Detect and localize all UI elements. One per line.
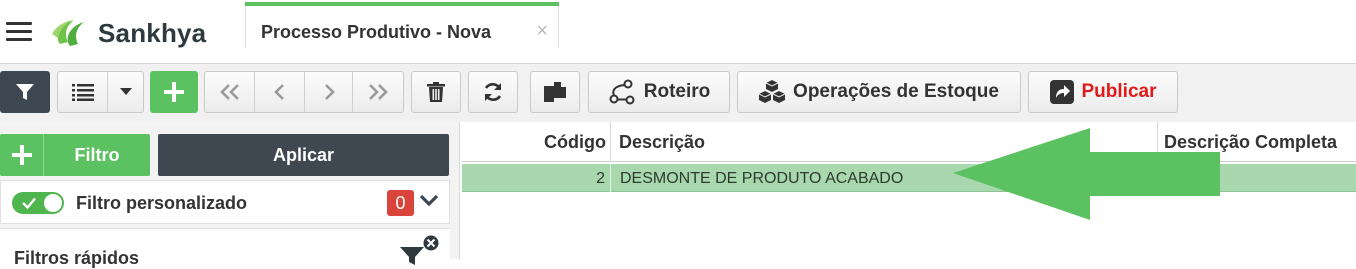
previous-record-button[interactable] — [255, 72, 305, 112]
delete-button[interactable] — [411, 71, 461, 113]
navigation-group — [204, 71, 404, 113]
row-divider — [610, 164, 611, 192]
next-icon — [324, 84, 335, 100]
duplicate-button[interactable] — [530, 71, 580, 113]
trash-icon — [427, 82, 445, 102]
column-divider — [610, 122, 611, 162]
tab-title: Processo Produtivo - Nova — [261, 22, 492, 42]
last-record-button[interactable] — [353, 72, 403, 112]
cell-codigo: 2 — [596, 170, 605, 187]
filter-panel: Filtro Aplicar Filtro personalizado 0 Fi… — [0, 122, 460, 268]
custom-filter-label: Filtro personalizado — [76, 193, 248, 213]
column-header-descricao[interactable]: Descrição — [619, 132, 705, 153]
route-icon — [609, 79, 635, 105]
add-filter-label: Filtro — [74, 145, 120, 165]
list-icon — [71, 84, 94, 101]
filter-toggle-button[interactable] — [0, 71, 50, 113]
top-bar: Sankhya Processo Produtivo - Nova × — [0, 0, 1356, 64]
custom-filter-toggle[interactable] — [12, 192, 64, 214]
add-button[interactable] — [150, 71, 198, 113]
funnel-clear-icon[interactable] — [400, 235, 442, 265]
custom-filter-count-badge: 0 — [387, 190, 414, 216]
view-mode-group — [57, 71, 144, 113]
copy-icon — [544, 82, 566, 102]
quick-filters-row: Filtros rápidos — [0, 228, 450, 268]
publicar-label: Publicar — [1081, 81, 1157, 102]
column-header-codigo[interactable]: Código — [544, 132, 606, 153]
cell-descricao: DESMONTE DE PRODUTO ACABADO — [620, 170, 904, 187]
plus-icon — [164, 82, 184, 102]
refresh-button[interactable] — [468, 71, 518, 113]
next-record-button[interactable] — [305, 72, 353, 112]
custom-filter-row: Filtro personalizado 0 — [0, 180, 450, 224]
view-dropdown-button[interactable] — [108, 72, 143, 112]
plus-icon — [0, 134, 44, 176]
tab-processo-produtivo[interactable]: Processo Produtivo - Nova × — [245, 2, 559, 48]
app-logo: Sankhya — [50, 14, 240, 50]
apply-filter-button[interactable]: Aplicar — [158, 134, 449, 176]
operacoes-estoque-button[interactable]: Operações de Estoque — [737, 71, 1021, 113]
toolbar: Roteiro Operações de Estoque Publicar — [0, 64, 1356, 122]
list-view-button[interactable] — [58, 72, 108, 112]
close-icon[interactable]: × — [536, 20, 548, 43]
check-icon — [22, 197, 36, 210]
chevron-down-icon[interactable] — [419, 194, 439, 208]
roteiro-button[interactable]: Roteiro — [588, 71, 730, 113]
caret-down-icon — [119, 88, 132, 95]
share-icon — [1049, 80, 1074, 104]
filter-icon — [16, 84, 34, 100]
last-icon — [369, 84, 388, 100]
first-icon — [219, 84, 239, 100]
first-record-button[interactable] — [205, 72, 255, 112]
publicar-button[interactable]: Publicar — [1028, 71, 1178, 113]
roteiro-label: Roteiro — [643, 81, 711, 102]
app-name: Sankhya — [98, 18, 207, 48]
menu-icon[interactable] — [6, 22, 32, 42]
previous-icon — [273, 84, 284, 100]
toggle-knob — [44, 194, 62, 212]
arrow-annotation-icon — [953, 128, 1220, 220]
refresh-icon — [484, 83, 502, 101]
add-filter-button[interactable]: Filtro — [0, 134, 150, 176]
boxes-icon — [759, 80, 786, 103]
operacoes-estoque-label: Operações de Estoque — [793, 81, 999, 102]
sankhya-logo-icon — [52, 20, 84, 46]
